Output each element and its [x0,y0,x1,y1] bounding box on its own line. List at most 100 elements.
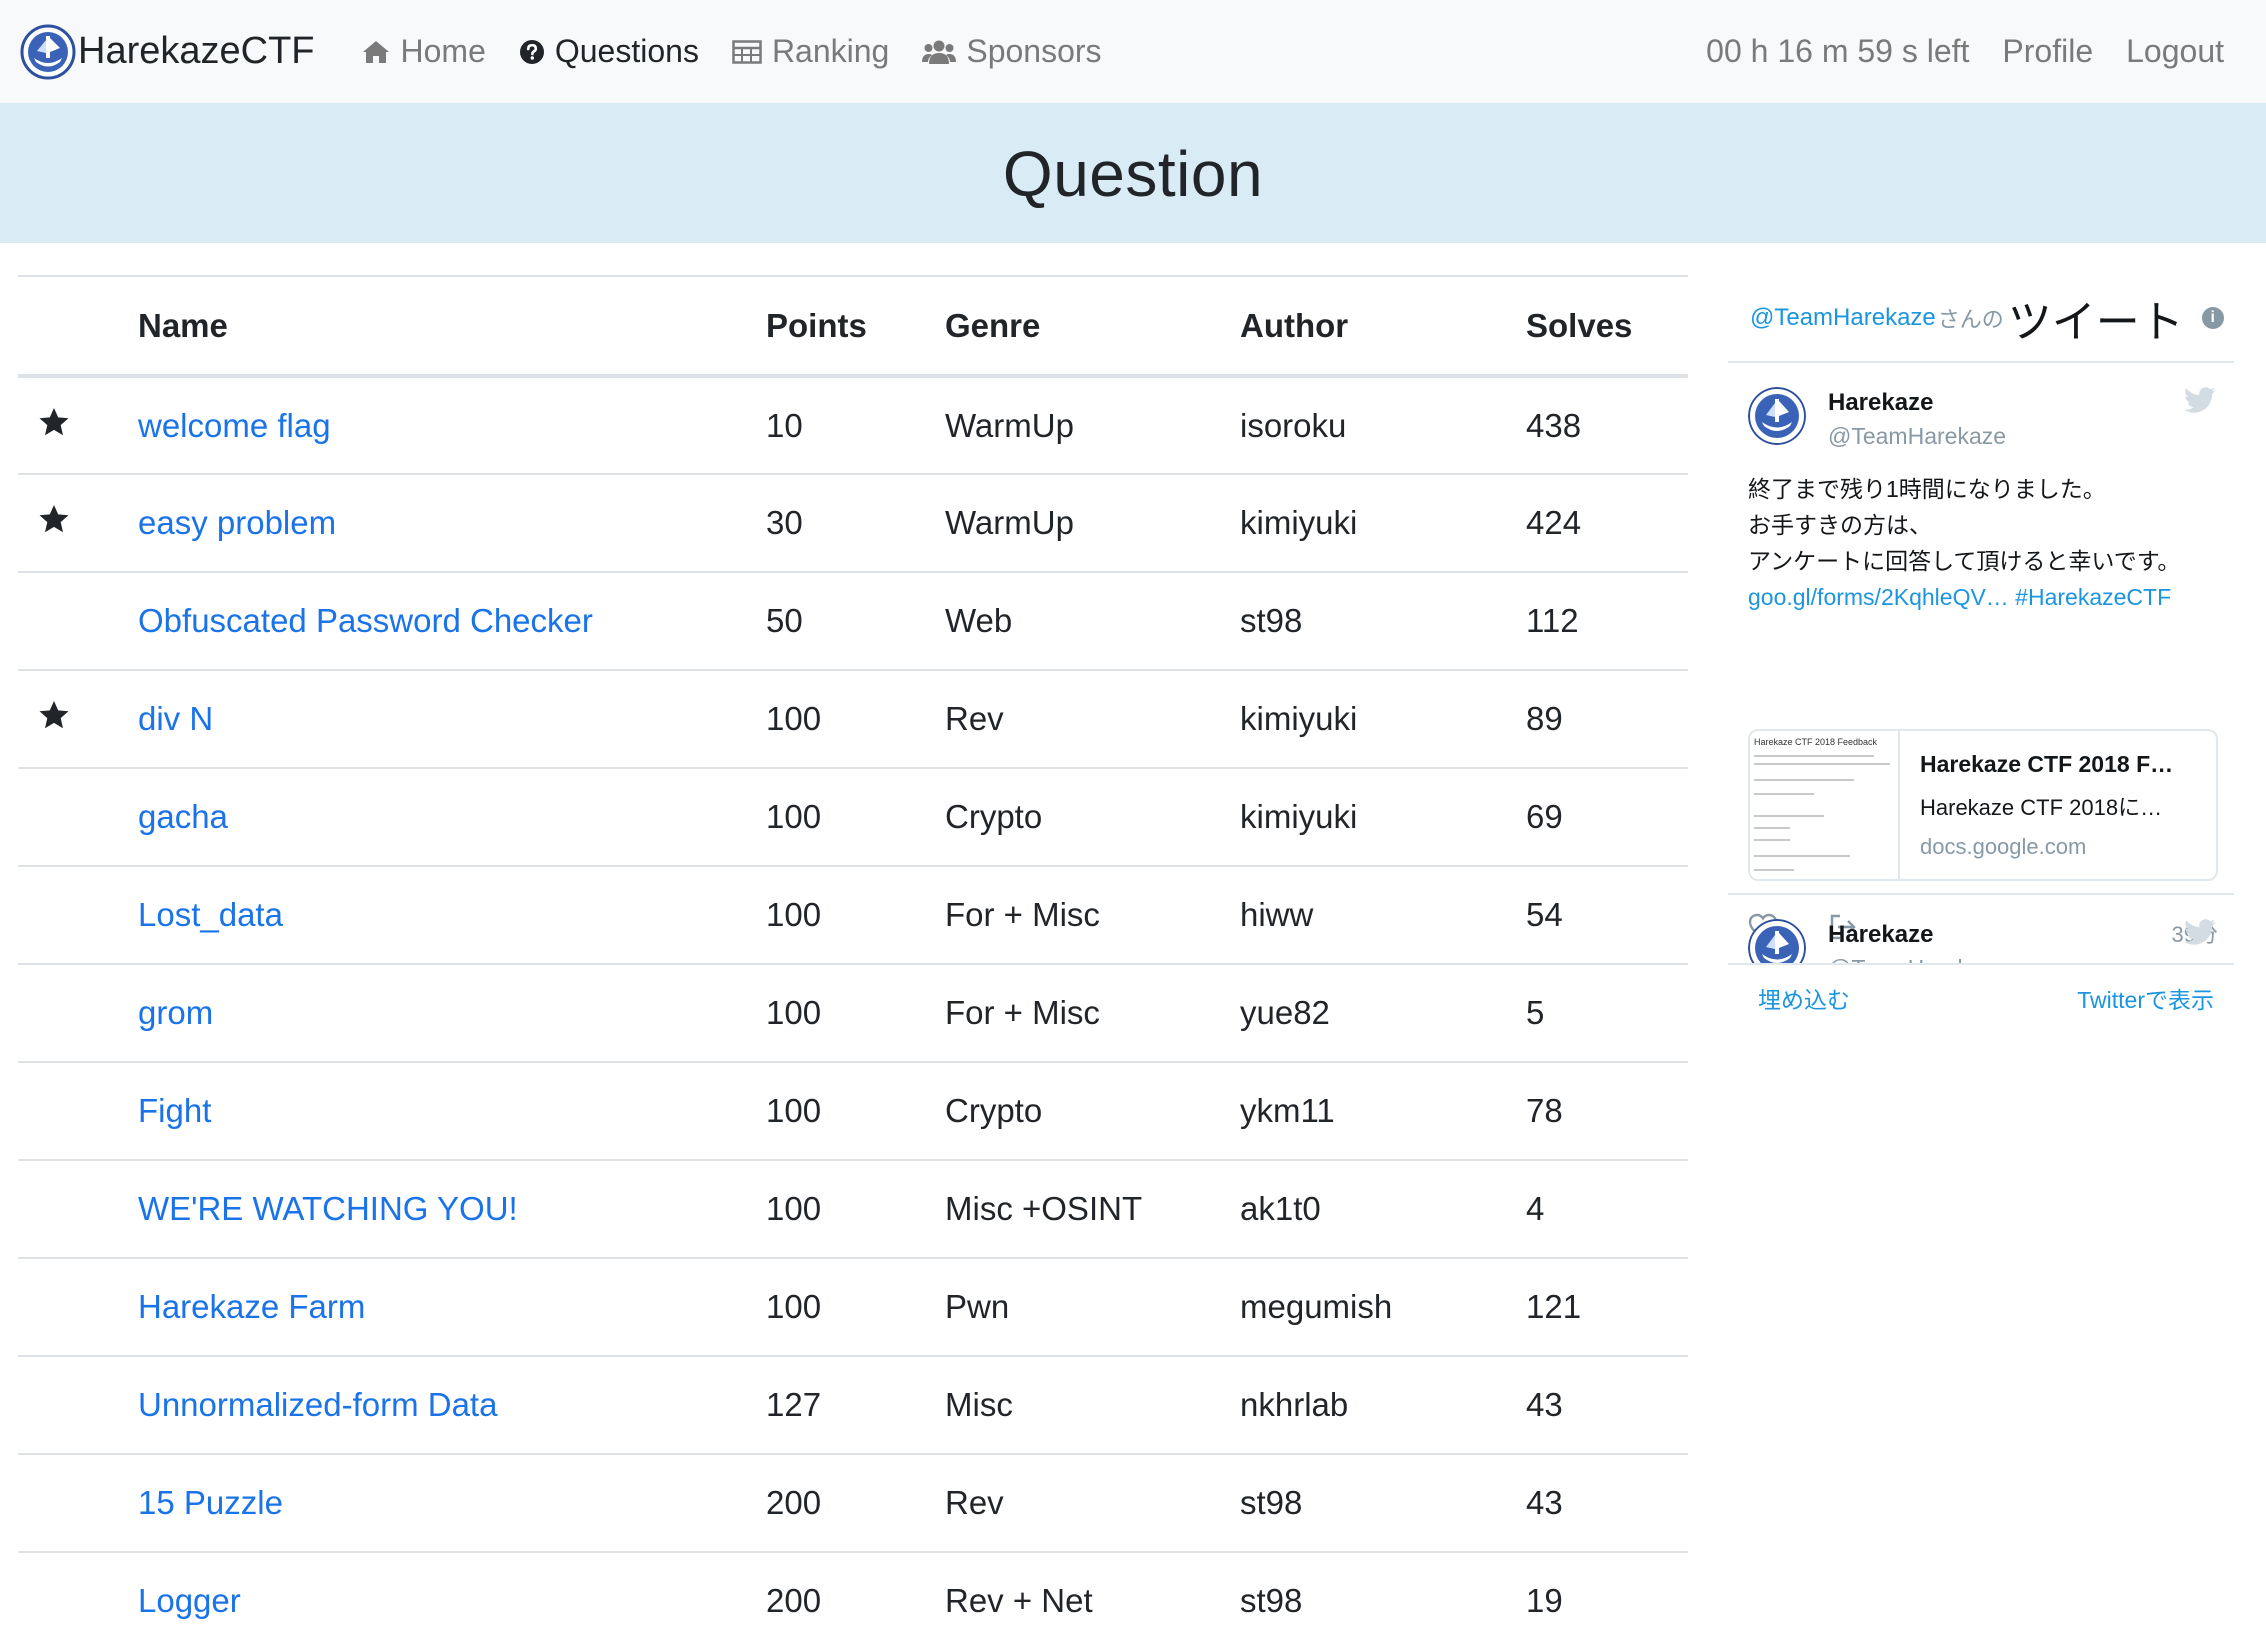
nav-profile[interactable]: Profile [2002,33,2093,70]
header-author: Author [1240,306,1349,344]
nav-logout[interactable]: Logout [2126,33,2224,70]
challenge-link[interactable]: gacha [138,798,228,835]
solves-cell: 424 [1526,504,1582,541]
countdown-timer: 00 h 16 m 59 s left [1706,33,1970,69]
brand-link[interactable]: HarekazeCTF [20,24,315,80]
challenge-link[interactable]: WE'RE WATCHING YOU! [138,1190,518,1227]
genre-cell: WarmUp [945,406,1074,444]
challenge-link[interactable]: Harekaze Farm [138,1288,365,1325]
nav-questions-label: Questions [554,33,699,69]
tweet[interactable]: Harekaze @TeamHarekaze 終了まで残り1時間になりました。 … [1728,365,2234,947]
table-row: Logger 200 Rev + Net st98 19 [18,1552,1688,1628]
solves-cell: 69 [1526,798,1563,835]
name-cell: Unnormalized-form Data [138,1356,766,1454]
star-icon [39,701,69,729]
nav-sponsors[interactable]: Sponsors [922,33,1102,70]
challenge-link[interactable]: div N [138,700,213,737]
page-title: Question [1002,138,1264,210]
genre-cell: WarmUp [945,504,1074,541]
users-icon [922,40,957,64]
points-cell: 10 [766,406,803,444]
challenge-link[interactable]: Obfuscated Password Checker [138,602,593,639]
thumbnail-line [1754,779,1854,781]
star-cell [18,1258,138,1356]
link-card[interactable]: Harekaze CTF 2018 Feedback Harekaze CTF … [1748,729,2218,881]
name-cell: easy problem [138,474,766,572]
challenge-link[interactable]: Lost_data [138,896,283,933]
twitter-bird-icon[interactable] [2184,387,2216,413]
author-cell: nkhrlab [1240,1386,1349,1423]
genre-cell: Rev [945,700,1004,737]
challenge-link[interactable]: 15 Puzzle [138,1484,283,1521]
thumbnail-line [1754,755,1874,757]
points-cell: 100 [766,994,822,1031]
table-header-row: Name Points Genre Author Solves [18,276,1688,376]
star-cell [18,768,138,866]
challenge-link[interactable]: easy problem [138,504,336,541]
twitter-header-handle[interactable]: @TeamHarekaze [1750,304,1936,332]
embed-link[interactable]: 埋め込む [1758,981,1850,1015]
author-cell: hiww [1240,896,1314,933]
tweet[interactable]: Harekaze @TeamHarekaze [1728,897,2234,965]
challenge-link[interactable]: Fight [138,1092,211,1129]
top-navbar: HarekazeCTF Home Questions Ranking Spons… [0,0,2266,103]
challenge-link[interactable]: welcome flag [138,407,331,444]
tweet-line: お手すきの方は、 [1748,512,1932,538]
challenge-link[interactable]: grom [138,994,213,1031]
avatar[interactable] [1748,387,1806,445]
harekaze-logo-icon [20,24,76,79]
genre-cell: Misc [945,1386,1013,1423]
author-cell: ak1t0 [1240,1190,1321,1227]
solves-cell: 54 [1526,896,1563,933]
genre-cell: Pwn [945,1288,1010,1325]
harekaze-avatar-icon [1748,919,1806,963]
star-icon [39,505,69,533]
nav-ranking-label: Ranking [771,33,890,69]
solves-cell: 43 [1526,1484,1563,1521]
view-on-twitter-link[interactable]: Twitterで表示 [2077,981,2214,1015]
star-cell [18,1454,138,1552]
header-star [18,276,138,376]
genre-cell: Crypto [945,798,1043,835]
thumbnail-title: Harekaze CTF 2018 Feedback [1754,737,1878,747]
challenge-link[interactable]: Logger [138,1582,241,1619]
points-cell: 100 [766,896,822,933]
thumbnail-line [1754,793,1814,795]
info-icon[interactable]: i [2201,307,2224,329]
name-cell: Harekaze Farm [138,1258,766,1356]
header-points: Points [766,306,867,344]
nav-home-label: Home [400,33,486,69]
solves-cell: 19 [1526,1582,1563,1619]
points-cell: 100 [766,798,822,835]
genre-cell: Rev + Net [945,1582,1093,1619]
avatar[interactable] [1748,919,1806,963]
challenge-link[interactable]: Unnormalized-form Data [138,1386,497,1423]
table-row: 15 Puzzle 200 Rev st98 43 [18,1454,1688,1552]
star-cell [18,376,138,474]
tweet-author-handle[interactable]: @TeamHarekaze [1828,955,2006,963]
nav-home[interactable]: Home [361,33,486,70]
harekaze-avatar-icon [1748,387,1806,445]
star-cell [18,1356,138,1454]
tweet-link[interactable]: goo.gl/forms/2KqhleQV… #HarekazeCTF [1748,579,2218,615]
star-cell [18,1552,138,1628]
star-cell [18,964,138,1062]
tweet-author-handle[interactable]: @TeamHarekaze [1828,423,2006,450]
name-cell: Fight [138,1062,766,1160]
thumbnail-line [1754,869,1794,871]
points-cell: 100 [766,1190,822,1227]
twitter-timeline: @TeamHarekaze さんの ツイート i Harekaze @TeamH… [1728,275,2234,1065]
points-cell: 127 [766,1386,822,1423]
genre-cell: For + Misc [945,896,1100,933]
star-cell [18,1160,138,1258]
twitter-bird-icon[interactable] [2184,919,2216,945]
table-row: Harekaze Farm 100 Pwn megumish 121 [18,1258,1688,1356]
brand-text: HarekazeCTF [78,30,315,72]
nav-ranking[interactable]: Ranking [732,33,889,70]
tweet-author-name[interactable]: Harekaze [1828,389,1933,417]
solves-cell: 4 [1526,1190,1545,1227]
author-cell: kimiyuki [1240,798,1358,835]
tweet-author-name[interactable]: Harekaze [1828,921,1933,949]
twitter-header-tweets: ツイート [2007,298,2184,347]
nav-questions[interactable]: Questions [519,33,699,70]
